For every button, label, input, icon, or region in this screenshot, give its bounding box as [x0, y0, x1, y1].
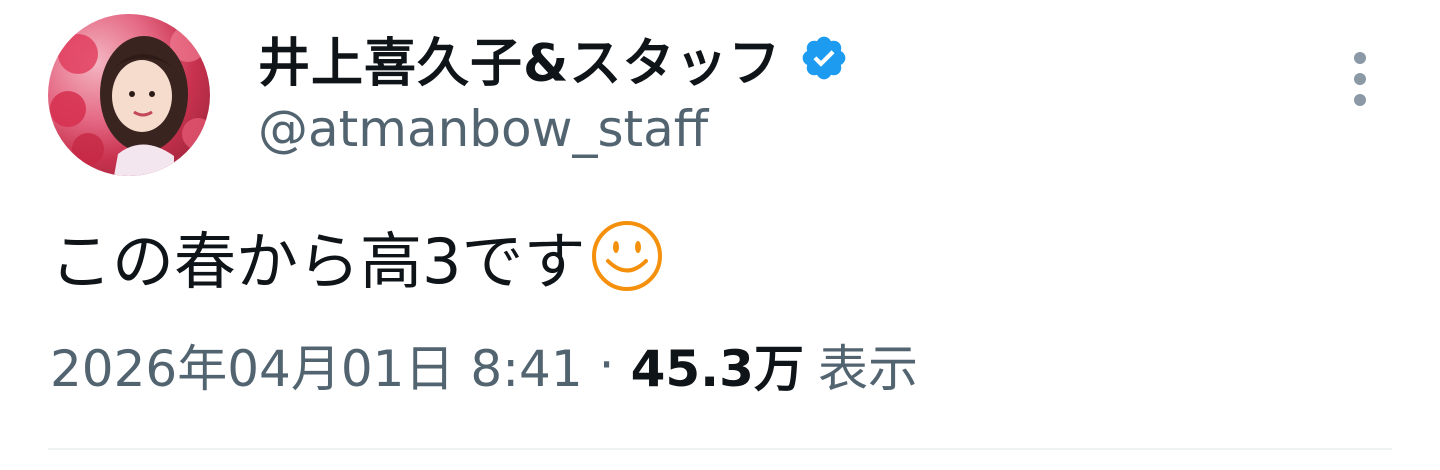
author-display-name[interactable]: 井上喜久子&スタッフ	[258, 21, 781, 96]
verified-badge-icon	[803, 36, 846, 80]
meta-separator: ·	[598, 336, 615, 394]
avatar-image	[50, 26, 210, 176]
more-vertical-icon[interactable]	[1346, 52, 1374, 106]
views-count: 45.3万	[630, 340, 804, 398]
more-dot	[1354, 94, 1366, 106]
tweet-text: この春から高3です	[50, 225, 586, 298]
tweet-meta: 2026年04月01日 8:41 · 45.3万 表示	[50, 330, 918, 400]
more-dot	[1354, 73, 1366, 85]
more-dot	[1354, 52, 1366, 64]
tweet: 井上喜久子&スタッフ @atmanbow_staff この春から高3です 202…	[0, 0, 1440, 470]
tweet-text-row: この春から高3です	[50, 216, 665, 298]
smiling-face-emoji-icon	[592, 221, 663, 291]
author-handle[interactable]: @atmanbow_staff	[258, 100, 708, 158]
divider	[48, 448, 1392, 450]
tweet-timestamp[interactable]: 2026年04月01日 8:41	[50, 329, 583, 401]
views-label: 表示	[817, 340, 918, 398]
author-name-row[interactable]: 井上喜久子&スタッフ	[258, 26, 849, 94]
avatar[interactable]	[48, 14, 210, 176]
